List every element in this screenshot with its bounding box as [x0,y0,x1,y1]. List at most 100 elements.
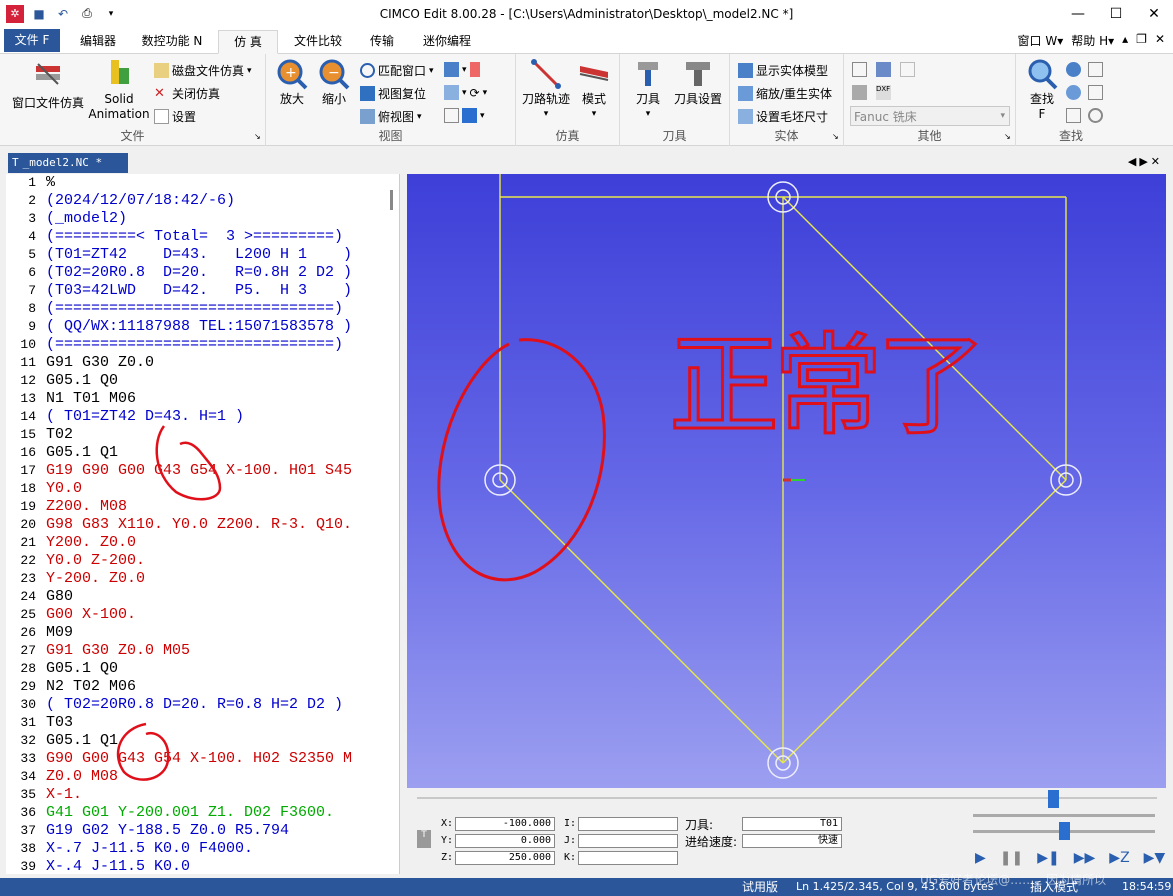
document-tab[interactable]: T _model2.NC * [8,153,128,173]
menu-help[interactable]: 帮助 H▾ [1071,32,1114,49]
tab-editor[interactable]: 编辑器 [70,30,126,54]
window-sim-button[interactable]: 窗口文件仿真 [8,58,88,111]
code-line[interactable]: 14 ( T01=ZT42 D=43. H=1 ) [6,408,399,426]
code-line[interactable]: 4 (=========< Total= 3 >=========) [6,228,399,246]
zoom-out-button[interactable]: − 缩小 [316,58,352,107]
code-line[interactable]: 5 (T01=ZT42 D=43. L200 H 1 ) [6,246,399,264]
zoom-in-button[interactable]: + 放大 [274,58,310,107]
code-line[interactable]: 9 ( QQ/WX:11187988 TEL:15071583578 ) [6,318,399,336]
view-iso-button[interactable]: ▾ ⟳ ▾ [444,85,487,100]
code-line[interactable]: 33 G90 G00 G43 G54 X-100. H02 S2350 M [6,750,399,768]
code-line[interactable]: 24 G80 [6,588,399,606]
code-line[interactable]: 8 (===============================) [6,300,399,318]
splitter[interactable] [400,174,407,878]
tab-navigation[interactable]: ◀▶✕ [1128,155,1163,168]
code-line[interactable]: 37 G19 G02 Y-188.5 Z0.0 R5.794 [6,822,399,840]
dxf-icon[interactable]: DXF [876,85,891,100]
code-line[interactable]: 39 X-.4 J-11.5 K0.0 [6,858,399,874]
code-line[interactable]: 35 X-1. [6,786,399,804]
skip-end-icon[interactable]: ▶▼ [1144,850,1166,866]
code-line[interactable]: 1% [6,174,399,192]
code-line[interactable]: 38 X-.7 J-11.5 K0.0 F4000. [6,840,399,858]
code-line[interactable]: 25 G00 X-100. [6,606,399,624]
grid-icon[interactable] [852,85,867,100]
save-icon[interactable]: ■ [30,5,48,23]
ribbon-pin-icon[interactable]: ▴ [1122,32,1128,49]
code-line[interactable]: 3 (_model2) [6,210,399,228]
code-line[interactable]: 11 G91 G30 Z0.0 [6,354,399,372]
stock-size-button[interactable]: 设置毛坯尺寸 [738,108,828,125]
print-icon[interactable]: ⎙ [78,5,96,23]
find-button[interactable]: 查找 F [1024,58,1060,122]
undo-icon[interactable]: ↶ [54,5,72,23]
window-icon[interactable] [900,62,915,77]
code-line[interactable]: 36 G41 G01 Y-200.001 Z1. D02 F3600. [6,804,399,822]
code-line[interactable]: 12 G05.1 Q0 [6,372,399,390]
reset-view-button[interactable]: 视图复位 [360,85,426,102]
export-icon[interactable] [876,62,891,77]
tab-file[interactable]: 文件 F [4,29,60,52]
sim-settings-button[interactable]: 设置 [154,108,196,125]
code-line[interactable]: 28 G05.1 Q0 [6,660,399,678]
code-line[interactable]: 27 G91 G30 Z0.0 M05 [6,642,399,660]
skip-z-icon[interactable]: ▶Z [1109,850,1129,866]
code-line[interactable]: 13 N1 T01 M06 [6,390,399,408]
tab-nc-functions[interactable]: 数控功能 N [134,30,210,54]
tab-transfer[interactable]: 传输 [358,30,406,54]
play-icon[interactable]: ▶ [975,850,986,866]
fit-window-button[interactable]: 匹配窗口 ▾ [360,62,434,79]
solid-animation-button[interactable]: Solid Animation [88,58,150,122]
simulation-viewport[interactable]: 正常了 [407,174,1166,788]
step-forward-icon[interactable]: ▶❚ [1037,850,1060,866]
code-line[interactable]: 29 N2 T02 M06 [6,678,399,696]
fast-forward-icon[interactable]: ▶▶ [1074,850,1096,866]
close-sim-button[interactable]: ✕ 关闭仿真 [154,85,220,102]
progress-track[interactable] [417,797,1157,799]
machine-select[interactable]: Fanuc 铣床 ▾ [850,106,1010,126]
view-shade-button[interactable]: ▾ [444,108,485,123]
maximize-button[interactable]: ☐ [1097,0,1135,27]
tab-mini-programming[interactable]: 迷你编程 [414,30,480,54]
app-logo-icon[interactable]: ✲ [6,4,24,23]
code-line[interactable]: 22 Y0.0 Z-200. [6,552,399,570]
code-line[interactable]: 21 Y200. Z0.0 [6,534,399,552]
group-other-launcher-icon[interactable]: ↘ [1004,132,1011,141]
code-line[interactable]: 19 Z200. M08 [6,498,399,516]
measure-icon[interactable] [852,62,867,77]
code-line[interactable]: 17 G19 G90 G00 G43 G54 X-100. H01 S45 [6,462,399,480]
find-next-button[interactable] [1066,62,1103,77]
editor-scroll-marker[interactable] [390,190,393,210]
speed-slider-thumb[interactable] [1048,790,1059,808]
doc-restore-icon[interactable]: ❐ [1136,32,1147,49]
code-line[interactable]: 34 Z0.0 M08 [6,768,399,786]
code-line[interactable]: 23 Y-200. Z0.0 [6,570,399,588]
code-line[interactable]: 18 Y0.0 [6,480,399,498]
top-view-button[interactable]: 俯视图 ▾ [360,108,422,125]
tool-settings-button[interactable]: 刀具设置 [670,58,726,107]
zoom-slider-thumb[interactable] [1059,822,1070,840]
pause-icon[interactable]: ❚❚ [1000,850,1023,866]
code-line[interactable]: 16 G05.1 Q1 [6,444,399,462]
bookmark-button[interactable] [1066,108,1103,123]
code-editor[interactable]: 1% 2 (2024/12/07/18:42/-6) 3 (_model2) 4 (====… [6,174,400,874]
doc-close-icon[interactable]: ✕ [1155,32,1165,49]
code-line[interactable]: 10 (===============================) [6,336,399,354]
menu-window[interactable]: 窗口 W▾ [1018,32,1064,49]
toolpath-button[interactable]: 刀路轨迹 ▾ [520,58,572,122]
group-solid-launcher-icon[interactable]: ↘ [832,132,839,141]
code-line[interactable]: 32 G05.1 Q1 [6,732,399,750]
group-file-launcher-icon[interactable]: ↘ [254,132,261,141]
tab-simulation[interactable]: 仿 真 [218,30,278,54]
speed-slider-track[interactable] [973,814,1155,817]
tool-button[interactable]: 刀具 ▾ [630,58,666,122]
mode-button[interactable]: 模式 ▾ [574,58,614,122]
code-line[interactable]: 6 (T02=20R0.8 D=20. R=0.8H 2 D2 ) [6,264,399,282]
code-line[interactable]: 26 M09 [6,624,399,642]
tab-file-compare[interactable]: 文件比较 [286,30,350,54]
close-button[interactable]: ✕ [1135,0,1173,27]
minimize-button[interactable]: — [1059,0,1097,27]
code-line[interactable]: 20 G98 G83 X110. Y0.0 Z200. R-3. Q10. [6,516,399,534]
code-line[interactable]: 2 (2024/12/07/18:42/-6) [6,192,399,210]
replace-button[interactable] [1066,85,1103,100]
code-line[interactable]: 15 T02 [6,426,399,444]
